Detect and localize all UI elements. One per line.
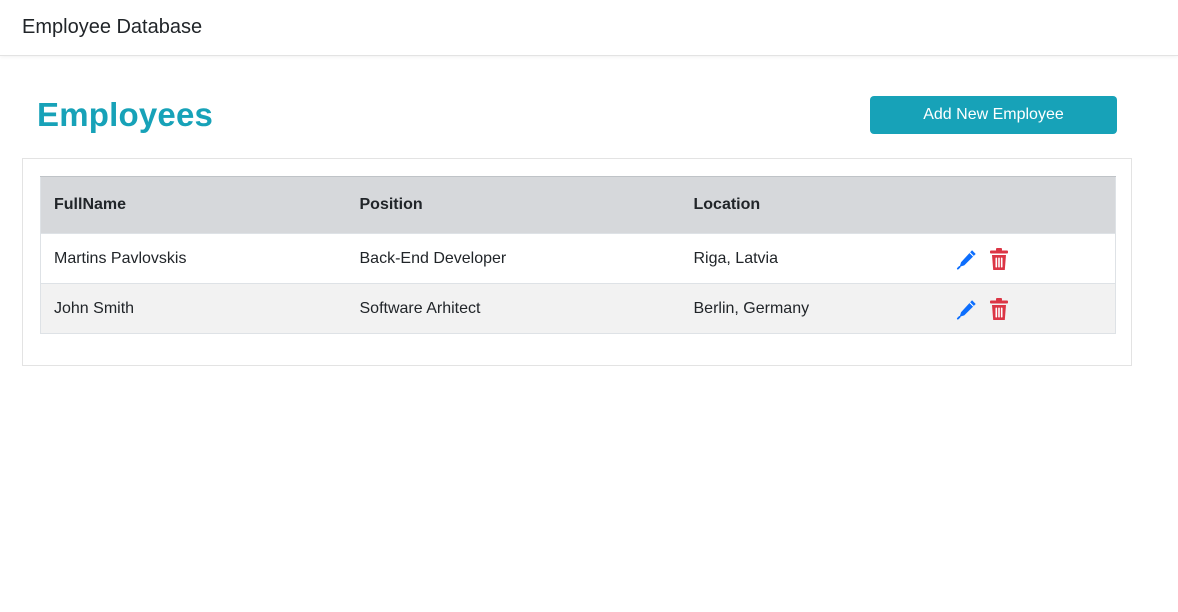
- navbar-brand[interactable]: Employee Database: [22, 16, 202, 39]
- table-row: Martins Pavlovskis Back-End Developer Ri…: [40, 233, 1116, 284]
- column-header-position: Position: [346, 176, 681, 234]
- page-title: Employees: [37, 96, 214, 133]
- cell-actions: [943, 284, 1116, 334]
- column-header-location: Location: [680, 176, 943, 234]
- edit-pen-icon[interactable]: [956, 297, 978, 321]
- employees-table: FullName Position Location Martins Pavlo…: [40, 176, 1116, 334]
- cell-position: Back-End Developer: [359, 249, 507, 267]
- delete-trash-icon[interactable]: [988, 247, 1010, 271]
- table-row: John Smith Software Arhitect Berlin, Ger…: [40, 283, 1116, 334]
- table-body: Martins Pavlovskis Back-End Developer Ri…: [40, 233, 1116, 334]
- column-header-actions: [942, 176, 1116, 234]
- table-header-row: FullName Position Location: [40, 176, 1116, 234]
- add-new-employee-button[interactable]: Add New Employee: [870, 96, 1117, 134]
- cell-fullname: Martins Pavlovskis: [54, 249, 187, 267]
- employees-card: FullName Position Location Martins Pavlo…: [22, 158, 1132, 366]
- row-actions: [956, 297, 1103, 321]
- cell-location: Berlin, Germany: [693, 299, 810, 317]
- row-actions: [956, 247, 1103, 271]
- cell-location: Riga, Latvia: [693, 249, 779, 267]
- cell-actions: [943, 234, 1116, 284]
- delete-trash-icon[interactable]: [988, 297, 1010, 321]
- edit-pen-icon[interactable]: [956, 247, 978, 271]
- cell-position: Software Arhitect: [359, 299, 481, 317]
- cell-fullname: John Smith: [54, 299, 135, 317]
- column-header-fullname: FullName: [40, 176, 347, 234]
- table-header: FullName Position Location: [40, 176, 1116, 234]
- top-navbar: Employee Database: [0, 0, 1178, 56]
